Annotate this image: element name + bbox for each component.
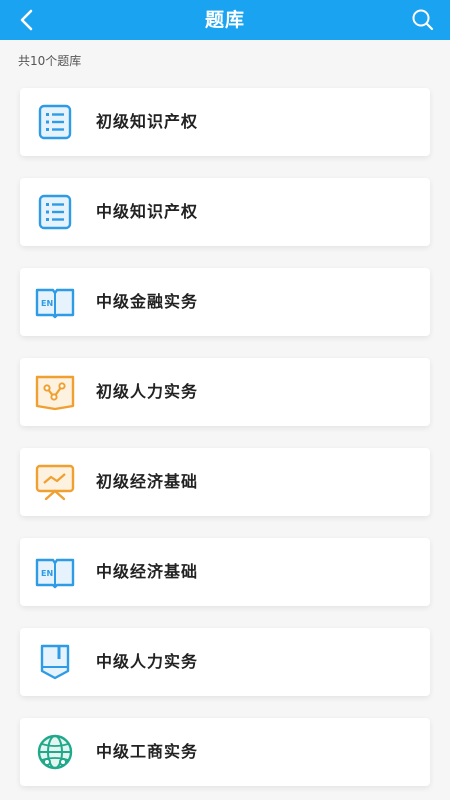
list-item[interactable]: 初级经济基础 xyxy=(20,448,430,516)
list-item[interactable]: 初级人力实务 xyxy=(20,358,430,426)
svg-text:EN: EN xyxy=(41,569,53,578)
list-item-label: 中级知识产权 xyxy=(96,202,199,221)
watermark-title: 仍玩游戏 xyxy=(328,740,412,764)
globe-icon xyxy=(34,732,76,772)
list-item[interactable]: EN 中级金融实务 xyxy=(20,268,430,336)
list-item[interactable]: EN 中级经济基础 xyxy=(20,538,430,606)
watermark-subtitle: Rengwan Games xyxy=(328,762,413,773)
bank-count-label: 共10个题库 xyxy=(18,54,82,68)
list-item-label: 初级经济基础 xyxy=(96,472,199,491)
list-item[interactable]: 中级人力实务 xyxy=(20,628,430,696)
list-item-label: 中级工商实务 xyxy=(96,742,199,761)
svg-text:EN: EN xyxy=(41,299,53,308)
presentation-icon xyxy=(34,462,76,502)
list-doc-icon xyxy=(34,192,76,232)
en-book-icon: EN xyxy=(34,282,76,322)
search-icon xyxy=(412,9,434,31)
list-item-label: 初级知识产权 xyxy=(96,112,199,131)
en-book-icon: EN xyxy=(34,552,76,592)
list-item[interactable]: 初级知识产权 xyxy=(20,88,430,156)
list-item-label: 中级人力实务 xyxy=(96,652,199,671)
list-item-label: 初级人力实务 xyxy=(96,382,199,401)
list-item[interactable]: 中级知识产权 xyxy=(20,178,430,246)
page-title: 题库 xyxy=(204,9,245,31)
search-button[interactable] xyxy=(408,5,438,35)
list-item-label: 中级金融实务 xyxy=(96,292,199,311)
watermark-logo-icon xyxy=(280,738,316,774)
watermark: 仍玩游戏 Rengwan Games xyxy=(270,732,440,782)
bookmark-book-icon xyxy=(34,642,76,682)
list-doc-icon xyxy=(34,102,76,142)
map-route-icon xyxy=(34,372,76,412)
top-bar: 题库 xyxy=(0,0,450,40)
list-item-label: 中级经济基础 xyxy=(96,562,199,581)
